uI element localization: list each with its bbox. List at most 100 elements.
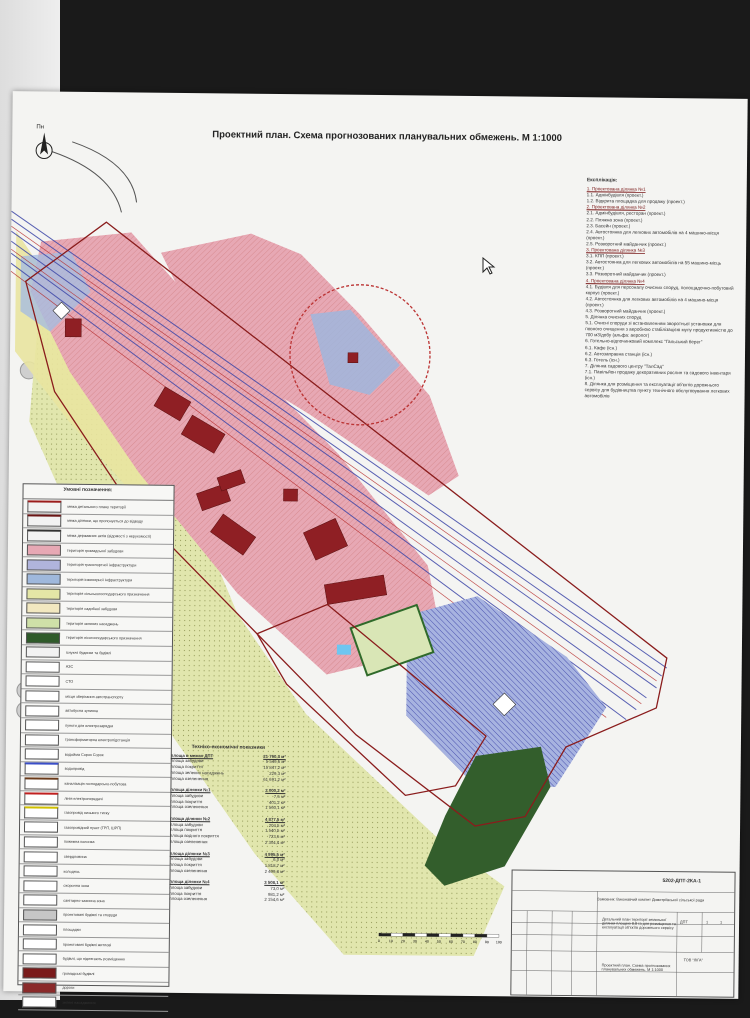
scale-tick-label: 90: [485, 940, 489, 944]
access-road: [51, 152, 122, 213]
legend-swatch: [27, 529, 61, 541]
tep-row-label: площа озеленення: [170, 804, 208, 810]
legend-swatch: [27, 544, 61, 555]
legend-row: територія сільськогосподарського признач…: [22, 587, 172, 603]
legend-row: санітарно-захисна зона: [19, 893, 169, 909]
legend-swatch: [23, 909, 57, 920]
legend-label: проектовані будівлі та споруди: [63, 913, 169, 918]
legend-row: каналізація господарсько-побутова: [20, 777, 170, 793]
legend-label: межа ділянки, що пропонується до відводу: [67, 519, 173, 524]
legend-label: межа детального плану території: [67, 505, 173, 510]
legend-label: санітарно-захисна зона: [63, 899, 169, 904]
legend-row: лінія електропередачі: [20, 791, 170, 807]
scale-tick-label: 40: [425, 940, 429, 944]
tep-row-label: площа озеленення: [170, 839, 208, 845]
scale-segment: [379, 933, 391, 936]
legend-row: газопровідний пункт (ГРП, ШРП): [20, 820, 170, 836]
title-block-grid: [511, 870, 734, 996]
tep-row-label: площа озеленення: [169, 896, 207, 902]
scale-tick-label: 0: [378, 939, 380, 943]
legend-swatch: [27, 559, 61, 570]
legend-row: площадки: [19, 923, 169, 939]
legend-label: територія громадської забудови: [67, 548, 173, 553]
legend-label: проектовані будівлі житлові: [63, 942, 169, 947]
legend-swatch: [22, 968, 56, 979]
legend-row: територія інженерної інфраструктури: [23, 572, 173, 588]
stage-text: ДПТ: [680, 920, 688, 924]
explication-item: 5.1. Очисні споруди зі встановленням зво…: [585, 320, 735, 340]
legend-row: водойма Сорок Сорок: [21, 747, 171, 763]
legend-swatch: [27, 574, 61, 585]
access-road: [72, 142, 138, 203]
legend-swatch: [25, 676, 59, 687]
legend-row: будівлі, що підлягають розміщенню: [19, 952, 169, 968]
legend-swatch: [26, 647, 60, 658]
legend-swatch: [27, 515, 61, 527]
legend-row: громадські будівлі: [18, 966, 168, 982]
legend-row: територія громадської забудови: [23, 543, 173, 559]
drawing-sheet: Пн Проектний план. Схема прогнозованих п…: [3, 91, 747, 999]
scale-tick-label: 20: [401, 939, 405, 943]
legend-row: межа ділянки, що пропонується до відводу: [23, 514, 173, 530]
legend-swatch: [25, 705, 59, 716]
legend-row: трансформаторна електропідстанція: [21, 733, 171, 749]
legend-swatch: [23, 938, 57, 949]
scale-segment: [439, 934, 451, 937]
tep-row-value: 2 154,6 м²: [264, 897, 284, 903]
scale-segment: [475, 934, 487, 937]
legend-swatch: [24, 851, 58, 862]
legend-row: існуючі будинки та будівлі: [22, 645, 172, 661]
legend-label: будівлі, що підлягають розміщенню: [63, 957, 169, 962]
sheet-count: 1: [720, 921, 722, 925]
tep-row-value: 61 691,2 м²: [263, 776, 285, 782]
legend-label: газопровідний пункт (ГРП, ШРП): [64, 826, 170, 831]
legend-label: існуючі будинки та будівлі: [66, 650, 172, 655]
legend-rows: межа детального плану території межа діля…: [18, 499, 173, 1011]
project-text: Детальний план території земельної ділян…: [602, 917, 677, 930]
tep-list: площа в межах ДПТ21 760,3 м²площа забудо…: [169, 753, 286, 910]
legend-row: водопровід: [21, 762, 171, 778]
scale-segment: [427, 934, 439, 937]
sheet-number: 1: [706, 920, 708, 924]
legend-label: автобусна зупинка: [65, 709, 171, 714]
legend-label: територія зелених насаджень: [66, 621, 172, 626]
legend-swatch: [24, 836, 58, 847]
legend-row: місця зберігання автотранспорту: [21, 689, 171, 705]
legend-row: свердловина: [20, 850, 170, 866]
legend-swatch: [24, 792, 58, 804]
north-arrow-icon: [34, 126, 54, 166]
legend-row: проектовані будівлі та споруди: [19, 908, 169, 924]
legend-label: територія сільськогосподарського признач…: [66, 592, 172, 597]
scale-tick-label: 50: [437, 940, 441, 944]
legend-label: площадки: [63, 928, 169, 933]
legend-label: газопровід низького тиску: [64, 811, 170, 816]
north-label: Пн: [36, 124, 44, 130]
legend-swatch: [23, 953, 57, 964]
legend-label: лінія електропередачі: [64, 796, 170, 801]
legend-row: межа державних актів (відомості з нерухо…: [23, 528, 173, 544]
scale-segment: [463, 934, 475, 937]
legend-swatch: [25, 720, 59, 731]
legend-label: територія лісогосподарського призначення: [66, 636, 172, 641]
legend-label: водопровід: [65, 767, 171, 772]
pool-water: [337, 645, 351, 655]
tep-spacer: [169, 902, 284, 909]
legend-row: територія садибної забудови: [22, 601, 172, 617]
legend-swatch: [23, 880, 57, 891]
tep-header: Техніко-економічні показники: [171, 745, 286, 752]
legend-swatch: [23, 924, 57, 935]
scale-tick-label: 60: [449, 940, 453, 944]
legend-label: трансформаторна електропідстанція: [65, 738, 171, 743]
legend-swatch: [26, 617, 60, 628]
scale-tick-label: 80: [473, 940, 477, 944]
legend-swatch: [25, 749, 59, 760]
legend-swatch: [26, 603, 60, 614]
legend-row: автобусна зупинка: [21, 704, 171, 720]
legend-label: свердловина: [64, 855, 170, 860]
legend-label: межа державних актів (відомості з нерухо…: [67, 534, 173, 539]
legend-row: охоронна зона: [19, 879, 169, 895]
tep-row-label: площа озеленення: [171, 775, 209, 781]
explication: Експлікація: 1. Проектована ділянка №11.…: [585, 177, 737, 401]
scale-segment: [415, 933, 427, 936]
legend-swatch: [26, 661, 60, 672]
